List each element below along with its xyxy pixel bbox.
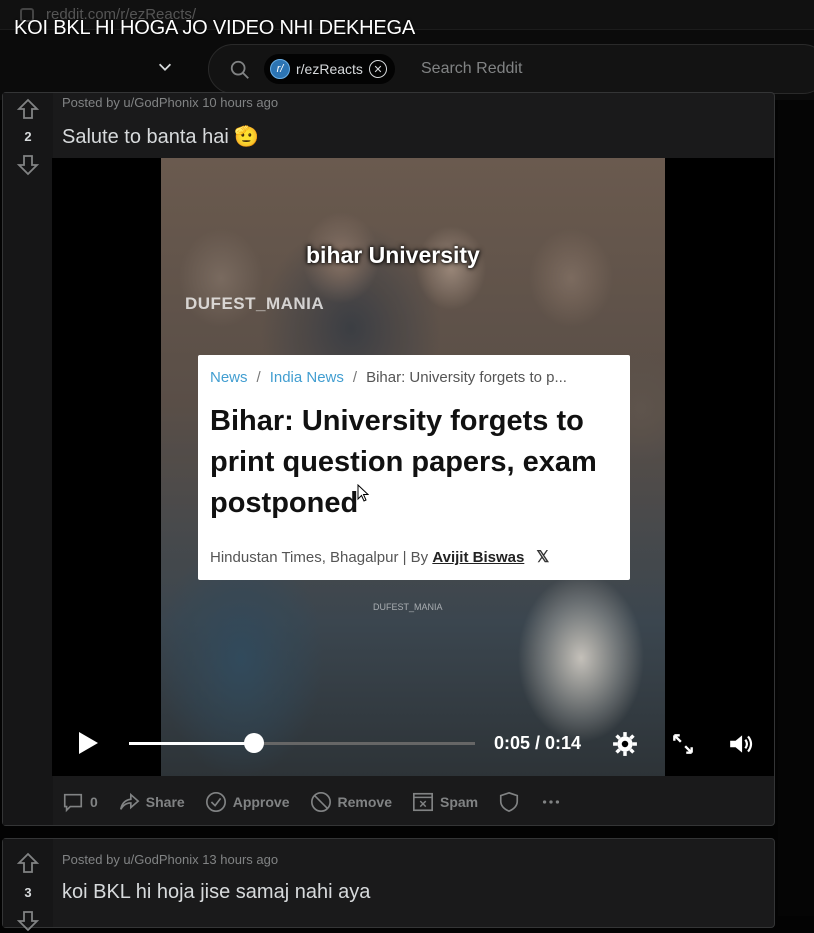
comments-button[interactable]: 0 [62,791,98,813]
byline-author: Avijit Biswas [432,549,525,566]
post-title[interactable]: Salute to banta hai 🫡 [62,124,259,149]
share-button[interactable]: Share [118,791,185,813]
remove-button[interactable]: Remove [310,791,392,813]
share-icon [119,792,140,810]
video-watermark-small: DUFEST_MANIA [373,602,443,612]
volume-icon[interactable] [728,731,754,757]
post-meta[interactable]: Posted by u/GodPhonix 10 hours ago [62,95,278,110]
video-caption: bihar University [306,242,480,268]
article-headline: Bihar: University forgets to print quest… [210,405,597,519]
close-icon[interactable]: ✕ [368,60,387,78]
fullscreen-icon[interactable] [670,731,696,757]
mouse-cursor-icon [357,484,369,502]
breadcrumb-current: Bihar: University forgets to p... [366,369,567,386]
byline-source: Hindustan Times, Bhagalpur | By [210,549,433,566]
chip-label: r/ezReacts [296,61,363,77]
video-frame[interactable]: bihar University DUFEST_MANIA News / India… [161,158,665,776]
more-options-button[interactable] [540,791,562,813]
upvote-icon[interactable] [16,97,40,121]
breadcrumb-india-news: India News [269,369,344,386]
vote-column: 3 [3,839,53,932]
subreddit-logo-icon: r/ [270,59,290,79]
approve-button[interactable]: Approve [205,791,290,813]
spam-label: Spam [439,794,479,810]
spam-icon [412,792,433,812]
play-icon[interactable] [76,730,100,756]
post-title[interactable]: koi BKL hi hoja jise samaj nahi aya [62,881,370,904]
video-player[interactable]: bihar University DUFEST_MANIA News / India… [52,158,774,776]
article-byline: Hindustan Times, Bhagalpur | By Avijit B… [210,547,549,567]
share-label: Share [145,794,185,810]
seek-progress [129,742,254,745]
search-input[interactable]: Search Reddit [421,60,522,78]
downvote-icon[interactable] [16,909,40,933]
settings-icon[interactable] [612,731,638,757]
x-logo-icon: 𝕏 [536,549,550,566]
vote-score: 3 [24,885,32,900]
upvote-icon[interactable] [16,851,40,875]
more-icon [543,800,560,804]
approve-label: Approve [232,794,290,810]
mod-shield-button[interactable] [498,791,520,813]
video-overlay-title: KOI BKL HI HOGA JO VIDEO NHI DEKHEGA [14,17,416,39]
video-watermark: DUFEST_MANIA [185,294,325,313]
right-panel [778,100,814,916]
vote-score: 2 [24,129,32,144]
video-controls: 0:05 / 0:14 [52,713,774,773]
breadcrumb: News / India News / Bihar: University forget… [210,369,567,386]
shield-icon [500,791,519,813]
post-card[interactable]: 3 Posted by u/GodPhonix 13 hours ago koi… [2,838,775,932]
time-display: 0:05 / 0:14 [494,733,582,753]
spam-button[interactable]: Spam [412,791,478,813]
chevron-down-icon[interactable] [156,58,174,76]
subreddit-filter-chip[interactable]: r/ r/ezReacts ✕ [264,54,395,84]
seek-bar[interactable] [129,733,475,753]
post-meta[interactable]: Posted by u/GodPhonix 13 hours ago [62,852,278,867]
approve-icon [205,792,226,812]
header: reddit.com/r/ezReacts/ KOI BKL HI HOGA J… [0,0,814,100]
breadcrumb-news: News [210,369,248,386]
remove-label: Remove [337,794,392,810]
search-bar[interactable]: r/ r/ezReacts ✕ Search Reddit [208,44,814,94]
downvote-icon[interactable] [16,153,40,177]
comments-count: 0 [90,794,98,810]
vote-column: 2 [3,93,53,825]
comment-icon [63,793,83,813]
news-article-card: News / India News / Bihar: University forget… [198,355,630,580]
remove-icon [310,792,331,812]
search-icon [230,60,249,79]
post-actions: 0 Share Approve Remove Spam [62,789,582,815]
post-card[interactable]: 2 Posted by u/GodPhonix 10 hours ago Sal… [2,92,775,826]
seek-handle[interactable] [243,733,264,753]
